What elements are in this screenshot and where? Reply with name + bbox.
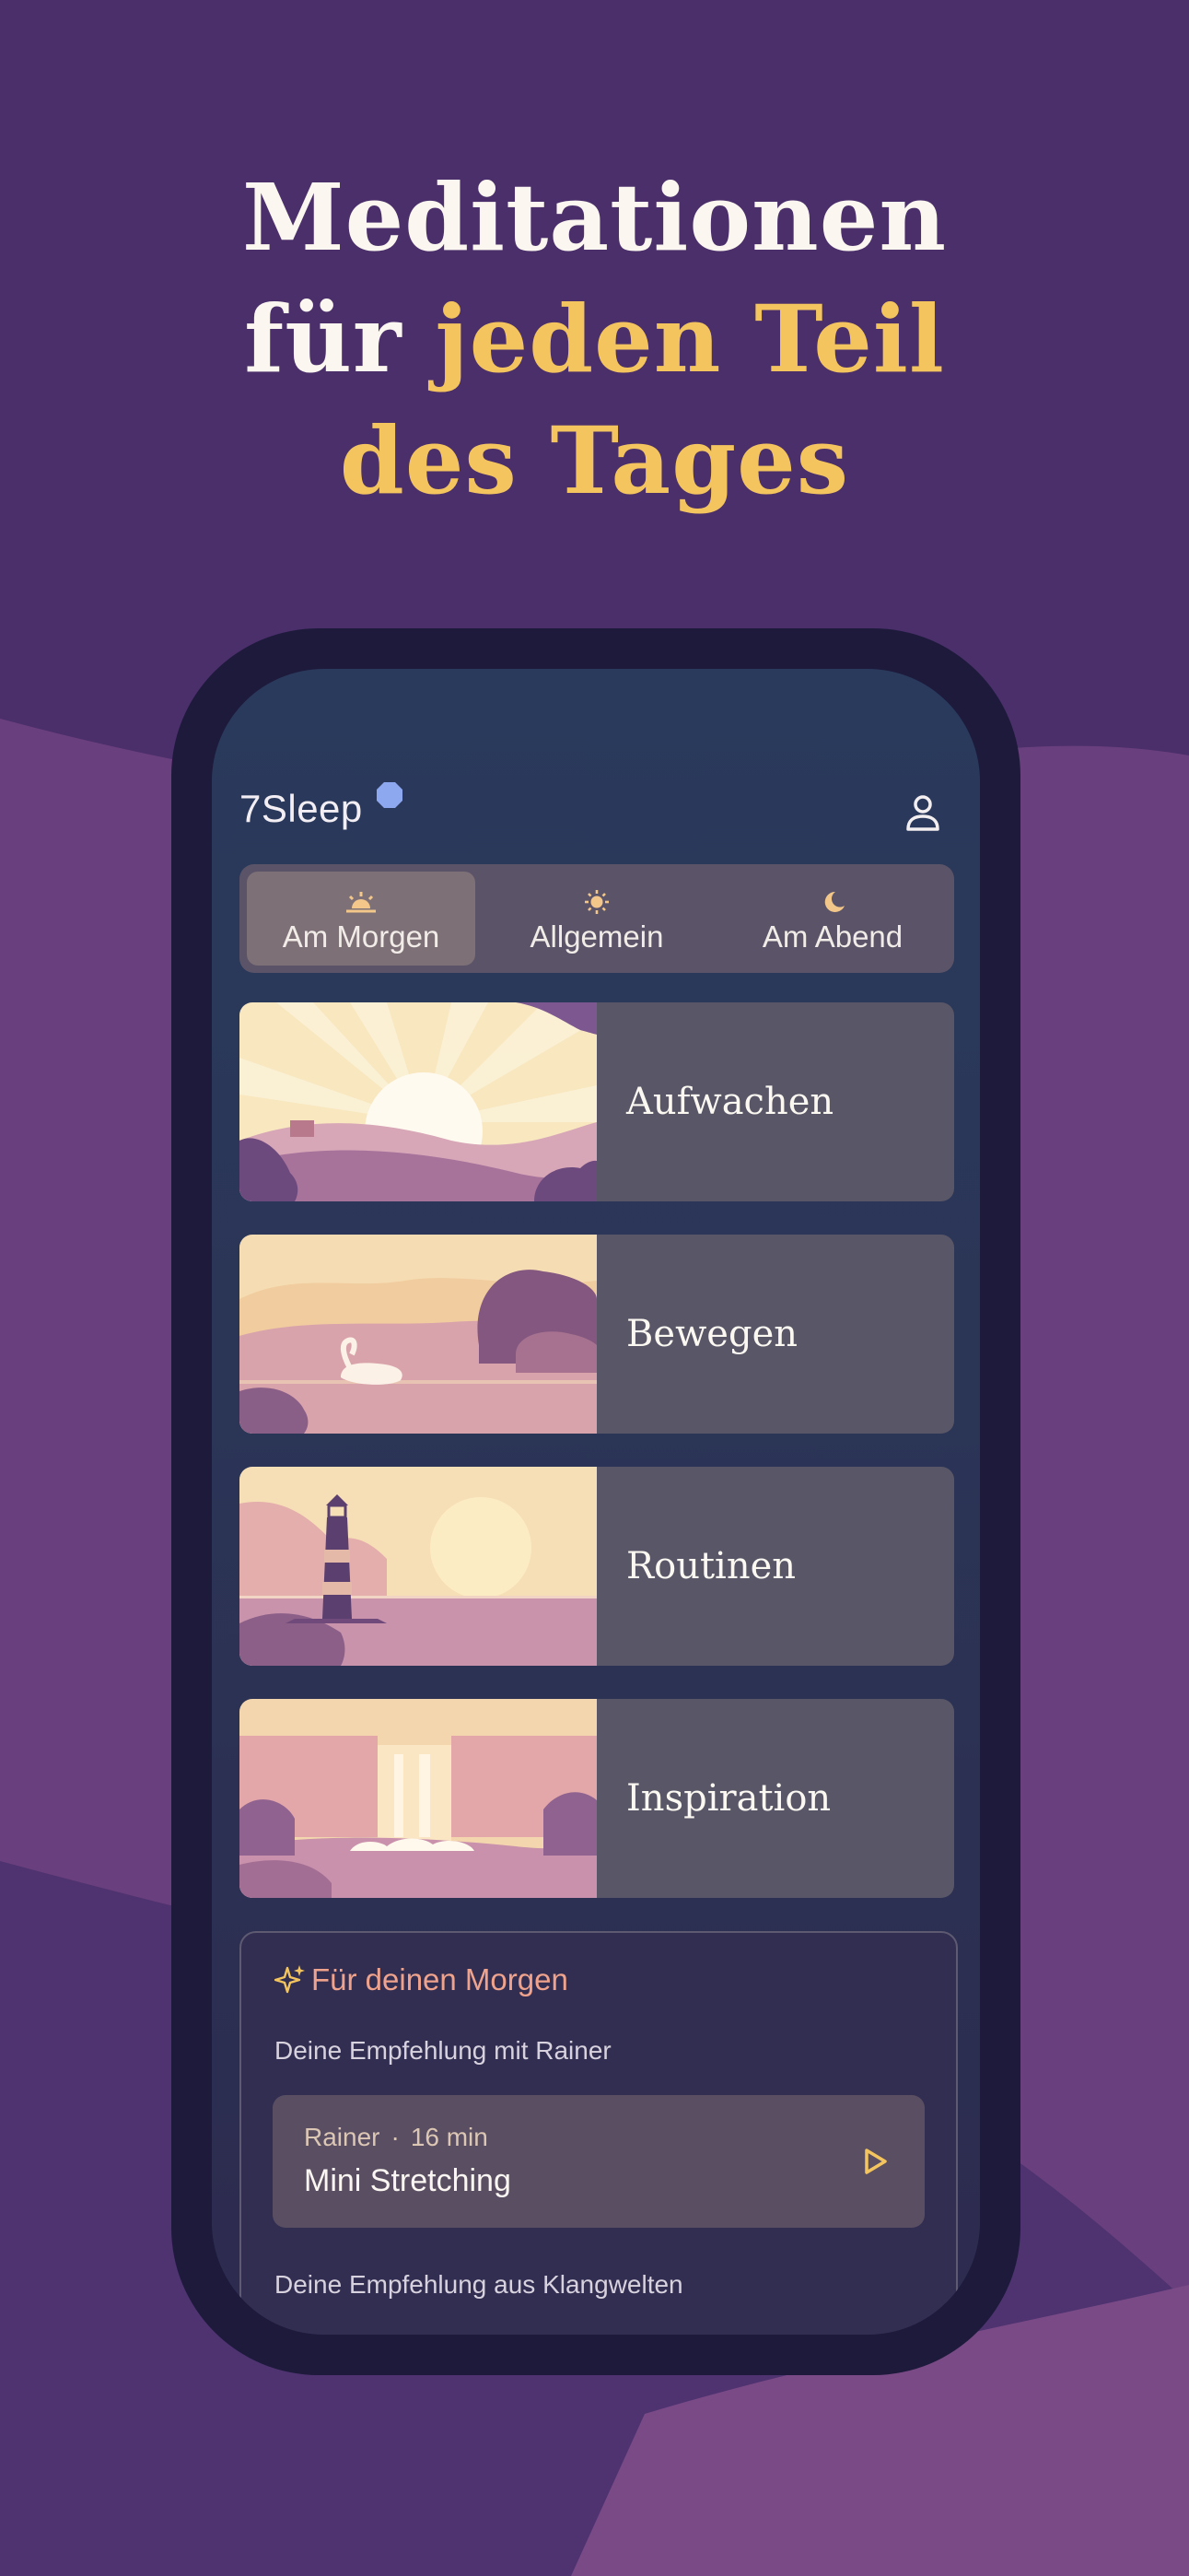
time-of-day-tabs: Am Morgen Allgemein Am Abend [239, 864, 954, 973]
app-screen: 7Sleep Am Morgen Allgemein Am Abend Aufw… [212, 669, 980, 2335]
phone-frame: 7Sleep Am Morgen Allgemein Am Abend Aufw… [171, 628, 1020, 2375]
lighthouse-illustration [239, 1467, 597, 1666]
category-card-routinen[interactable]: Routinen [239, 1467, 954, 1666]
headline: Meditationen für jeden Teil des Tages [0, 157, 1189, 521]
recommendation-panel: Für deinen Morgen Deine Empfehlung mit R… [239, 1931, 958, 2335]
tab-allgemein[interactable]: Allgemein [483, 872, 711, 966]
recommendation-subtitle-2: Deine Empfehlung aus Klangwelten [274, 2270, 683, 2299]
category-title: Bewegen [626, 1313, 798, 1355]
logo-dot-icon [377, 782, 402, 808]
recommendation-meta: Rainer · 16 min [304, 2123, 488, 2152]
app-logo: 7Sleep [239, 787, 363, 830]
sunrise-landscape-illustration [239, 1002, 597, 1201]
tab-label: Am Morgen [282, 919, 440, 954]
play-icon[interactable] [862, 2147, 890, 2176]
headline-line-1: Meditationen [241, 163, 948, 272]
tab-am-abend[interactable]: Am Abend [718, 872, 947, 966]
headline-line-2-accent: jeden Teil [435, 285, 945, 393]
category-card-inspiration[interactable]: Inspiration [239, 1699, 954, 1898]
tab-label: Allgemein [530, 919, 664, 954]
category-title: Inspiration [626, 1777, 832, 1820]
headline-line-2: für jeden Teil [0, 278, 1189, 400]
category-title: Aufwachen [626, 1081, 834, 1123]
headline-line-2-plain: für [244, 285, 436, 393]
tab-label: Am Abend [762, 919, 903, 954]
recommendation-heading-text: Für deinen Morgen [311, 1962, 568, 1996]
user-icon[interactable] [904, 792, 941, 833]
category-card-aufwachen[interactable]: Aufwachen [239, 1002, 954, 1201]
recommendation-title: Mini Stretching [304, 2163, 511, 2198]
headline-line-3: des Tages [339, 406, 850, 515]
sun-icon [585, 890, 609, 914]
swan-lake-illustration [239, 1235, 597, 1434]
recommendation-subtitle: Deine Empfehlung mit Rainer [274, 2036, 612, 2065]
category-title: Routinen [626, 1545, 797, 1587]
recommendation-item[interactable]: Rainer · 16 min Mini Stretching [273, 2095, 925, 2228]
sunrise-icon [346, 892, 376, 913]
meta-separator: · [391, 2123, 400, 2151]
recommendation-heading: Für deinen Morgen [274, 1962, 568, 1997]
sparkles-icon [274, 1965, 305, 1994]
moon-icon [824, 891, 845, 912]
tab-am-morgen[interactable]: Am Morgen [247, 872, 475, 966]
recommendation-duration: 16 min [410, 2123, 488, 2151]
category-card-bewegen[interactable]: Bewegen [239, 1235, 954, 1434]
waterfall-illustration [239, 1699, 597, 1898]
recommendation-author: Rainer [304, 2123, 380, 2151]
